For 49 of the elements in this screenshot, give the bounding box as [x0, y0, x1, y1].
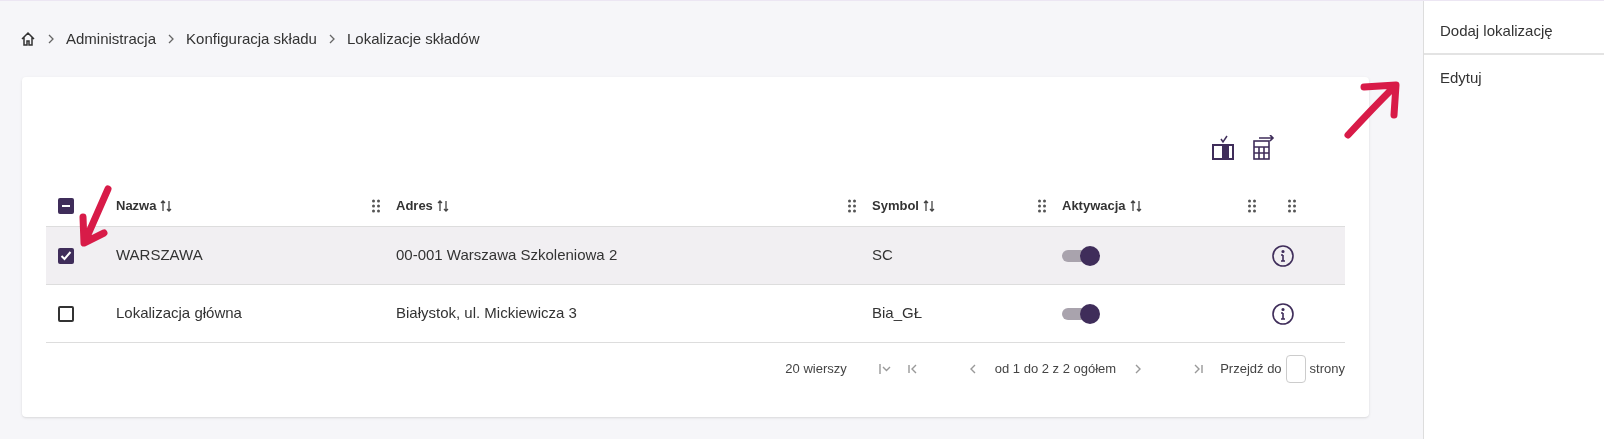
chevron-icon	[328, 34, 335, 44]
rows-per-page[interactable]: 20 wierszy	[785, 359, 847, 379]
column-header[interactable]: Adres	[396, 195, 433, 216]
first-page-icon[interactable]	[906, 363, 919, 375]
dropdown-caret-icon[interactable]	[878, 363, 891, 375]
drag-handle-icon[interactable]	[1038, 198, 1046, 213]
checkbox[interactable]	[58, 247, 74, 264]
table-cell-text: Lokalizacja główna	[116, 303, 243, 324]
annotation-arrow	[1342, 79, 1402, 141]
check-icon	[60, 249, 72, 262]
toggle-switch[interactable]	[1062, 245, 1100, 266]
chevron-icon	[48, 34, 54, 44]
info-icon[interactable]	[1272, 302, 1294, 325]
last-page-icon[interactable]	[1192, 363, 1205, 375]
sort-icon[interactable]	[922, 198, 935, 213]
table-cell-text: Bia_GŁ	[872, 303, 924, 324]
page-range: od 1 do 2 z 2 ogółem	[994, 360, 1117, 379]
table-cell-text: WARSZAWA	[116, 245, 204, 266]
drag-handle-icon[interactable]	[1288, 198, 1296, 213]
column-header[interactable]: Aktywacja	[1062, 195, 1126, 216]
columns-icon[interactable]	[1211, 135, 1235, 161]
column-header[interactable]: Nazwa	[116, 195, 157, 216]
selected-row[interactable]: WARSZAWA 00-001 Warszawa Szkoleniowa 2 SC	[46, 227, 1345, 285]
action-button[interactable]: Dodaj lokalizację	[1424, 9, 1604, 55]
goto-suffix: strony	[1309, 360, 1345, 379]
annotation-arrow	[78, 185, 112, 247]
table-cell-text: 00-001 Warszawa Szkoleniowa 2	[396, 245, 619, 266]
sort-icon[interactable]	[1129, 198, 1142, 213]
checkbox[interactable]	[58, 197, 74, 214]
drag-handle-icon[interactable]	[1248, 198, 1256, 213]
breadcrumb-current[interactable]: Lokalizacje składów	[346, 27, 480, 51]
page-input[interactable]	[1285, 355, 1306, 383]
column-header[interactable]: Symbol	[872, 195, 919, 216]
sort-icon[interactable]	[436, 198, 449, 213]
breadcrumb-link[interactable]: Administracja	[66, 27, 157, 51]
home-icon[interactable]	[20, 31, 36, 47]
breadcrumb-link[interactable]: Konfiguracja składu	[186, 27, 317, 51]
action-button[interactable]: Edytuj	[1424, 55, 1604, 101]
goto-label: Przejdź do	[1220, 360, 1282, 379]
drag-handle-icon[interactable]	[848, 198, 856, 213]
info-icon[interactable]	[1272, 244, 1294, 267]
toggle-switch[interactable]	[1062, 303, 1100, 324]
sort-icon[interactable]	[160, 198, 173, 213]
checkbox[interactable]	[58, 305, 74, 322]
export-table-icon[interactable]	[1251, 135, 1275, 161]
table-cell-text: SC	[872, 245, 894, 266]
table-cell-text: Białystok, ul. Mickiewicza 3	[396, 303, 578, 324]
drag-handle-icon[interactable]	[372, 198, 380, 213]
chevron-icon	[168, 34, 175, 44]
